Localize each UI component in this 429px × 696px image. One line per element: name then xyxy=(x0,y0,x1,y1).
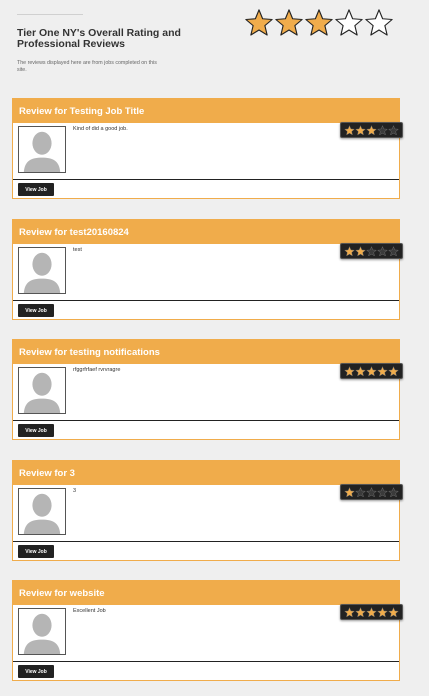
review-text: 3 xyxy=(73,488,77,494)
review-footer: View Job xyxy=(13,421,399,440)
review-card: Review for 3 3 View Job xyxy=(12,460,403,561)
star-filled-icon xyxy=(355,606,366,617)
page-title: Tier One NY's Overall Rating and Profess… xyxy=(17,27,181,50)
star-filled-icon xyxy=(344,606,355,617)
star-empty-icon xyxy=(366,486,377,497)
review-text: Kind of did a good job. xyxy=(73,126,128,132)
review-body: 3 xyxy=(13,484,403,542)
user-silhouette-icon xyxy=(19,248,65,293)
star-empty-icon xyxy=(377,245,388,256)
review-footer: View Job xyxy=(13,180,399,199)
user-silhouette-icon xyxy=(19,127,65,172)
star-empty-icon xyxy=(388,486,399,497)
star-empty-icon xyxy=(388,124,399,135)
review-card: Review for test20160824 test View Job xyxy=(12,219,403,320)
star-empty-icon xyxy=(355,486,366,497)
star-filled-icon xyxy=(305,9,333,36)
avatar xyxy=(18,247,66,294)
view-job-button[interactable]: View Job xyxy=(18,183,54,196)
review-text: Excellent Job xyxy=(73,608,106,614)
star-filled-icon xyxy=(366,365,377,376)
review-card: Review for testing notifications rfggrfrf… xyxy=(12,339,403,440)
star-empty-icon xyxy=(366,245,377,256)
review-body: test xyxy=(13,243,403,301)
avatar xyxy=(18,608,66,655)
star-filled-icon xyxy=(344,486,355,497)
view-job-button[interactable]: View Job xyxy=(18,304,54,317)
review-rating-stars xyxy=(340,484,403,500)
view-job-button[interactable]: View Job xyxy=(18,424,54,437)
review-title: Review for 3 xyxy=(13,461,399,485)
user-silhouette-icon xyxy=(19,489,65,534)
reviews-header: Tier One NY's Overall Rating and Profess… xyxy=(0,0,429,90)
star-empty-icon xyxy=(377,486,388,497)
review-text: rfggrfrfaef rvrvragre xyxy=(73,367,121,373)
star-filled-icon xyxy=(366,124,377,135)
star-filled-icon xyxy=(344,124,355,135)
review-body: rfggrfrfaef rvrvragre xyxy=(13,363,403,421)
review-title: Review for test20160824 xyxy=(13,220,399,244)
star-filled-icon xyxy=(366,606,377,617)
review-footer: View Job xyxy=(13,301,399,320)
page-subtitle: The reviews displayed here are from jobs… xyxy=(17,60,157,73)
view-job-button[interactable]: View Job xyxy=(18,665,54,678)
star-empty-icon xyxy=(377,124,388,135)
star-filled-icon xyxy=(377,365,388,376)
review-footer: View Job xyxy=(13,662,399,681)
review-card: Review for website Excellent Job View Job xyxy=(12,580,403,681)
user-silhouette-icon xyxy=(19,368,65,413)
user-silhouette-icon xyxy=(19,609,65,654)
reviews-page: Tier One NY's Overall Rating and Profess… xyxy=(0,0,429,696)
avatar xyxy=(18,126,66,173)
star-filled-icon xyxy=(344,365,355,376)
avatar xyxy=(18,488,66,535)
review-title: Review for Testing Job Title xyxy=(13,99,399,123)
review-rating-stars xyxy=(340,604,403,620)
header-divider xyxy=(17,14,83,15)
star-filled-icon xyxy=(388,365,399,376)
star-filled-icon xyxy=(344,245,355,256)
star-filled-icon xyxy=(245,9,273,36)
view-job-button[interactable]: View Job xyxy=(18,545,54,558)
star-filled-icon xyxy=(275,9,303,36)
review-card: Review for Testing Job Title Kind of did … xyxy=(12,98,403,199)
review-rating-stars xyxy=(340,243,403,259)
review-body: Kind of did a good job. xyxy=(13,122,403,180)
star-empty-icon xyxy=(365,9,393,36)
star-empty-icon xyxy=(335,9,363,36)
star-empty-icon xyxy=(388,245,399,256)
overall-rating-stars xyxy=(244,8,394,38)
review-body: Excellent Job xyxy=(13,604,403,662)
star-filled-icon xyxy=(355,124,366,135)
review-rating-stars xyxy=(340,122,403,138)
star-filled-icon xyxy=(388,606,399,617)
star-filled-icon xyxy=(377,606,388,617)
review-title: Review for website xyxy=(13,581,399,605)
review-footer: View Job xyxy=(13,542,399,561)
review-rating-stars xyxy=(340,363,403,379)
review-title: Review for testing notifications xyxy=(13,340,399,364)
avatar xyxy=(18,367,66,414)
star-filled-icon xyxy=(355,245,366,256)
star-filled-icon xyxy=(355,365,366,376)
review-text: test xyxy=(73,247,82,253)
